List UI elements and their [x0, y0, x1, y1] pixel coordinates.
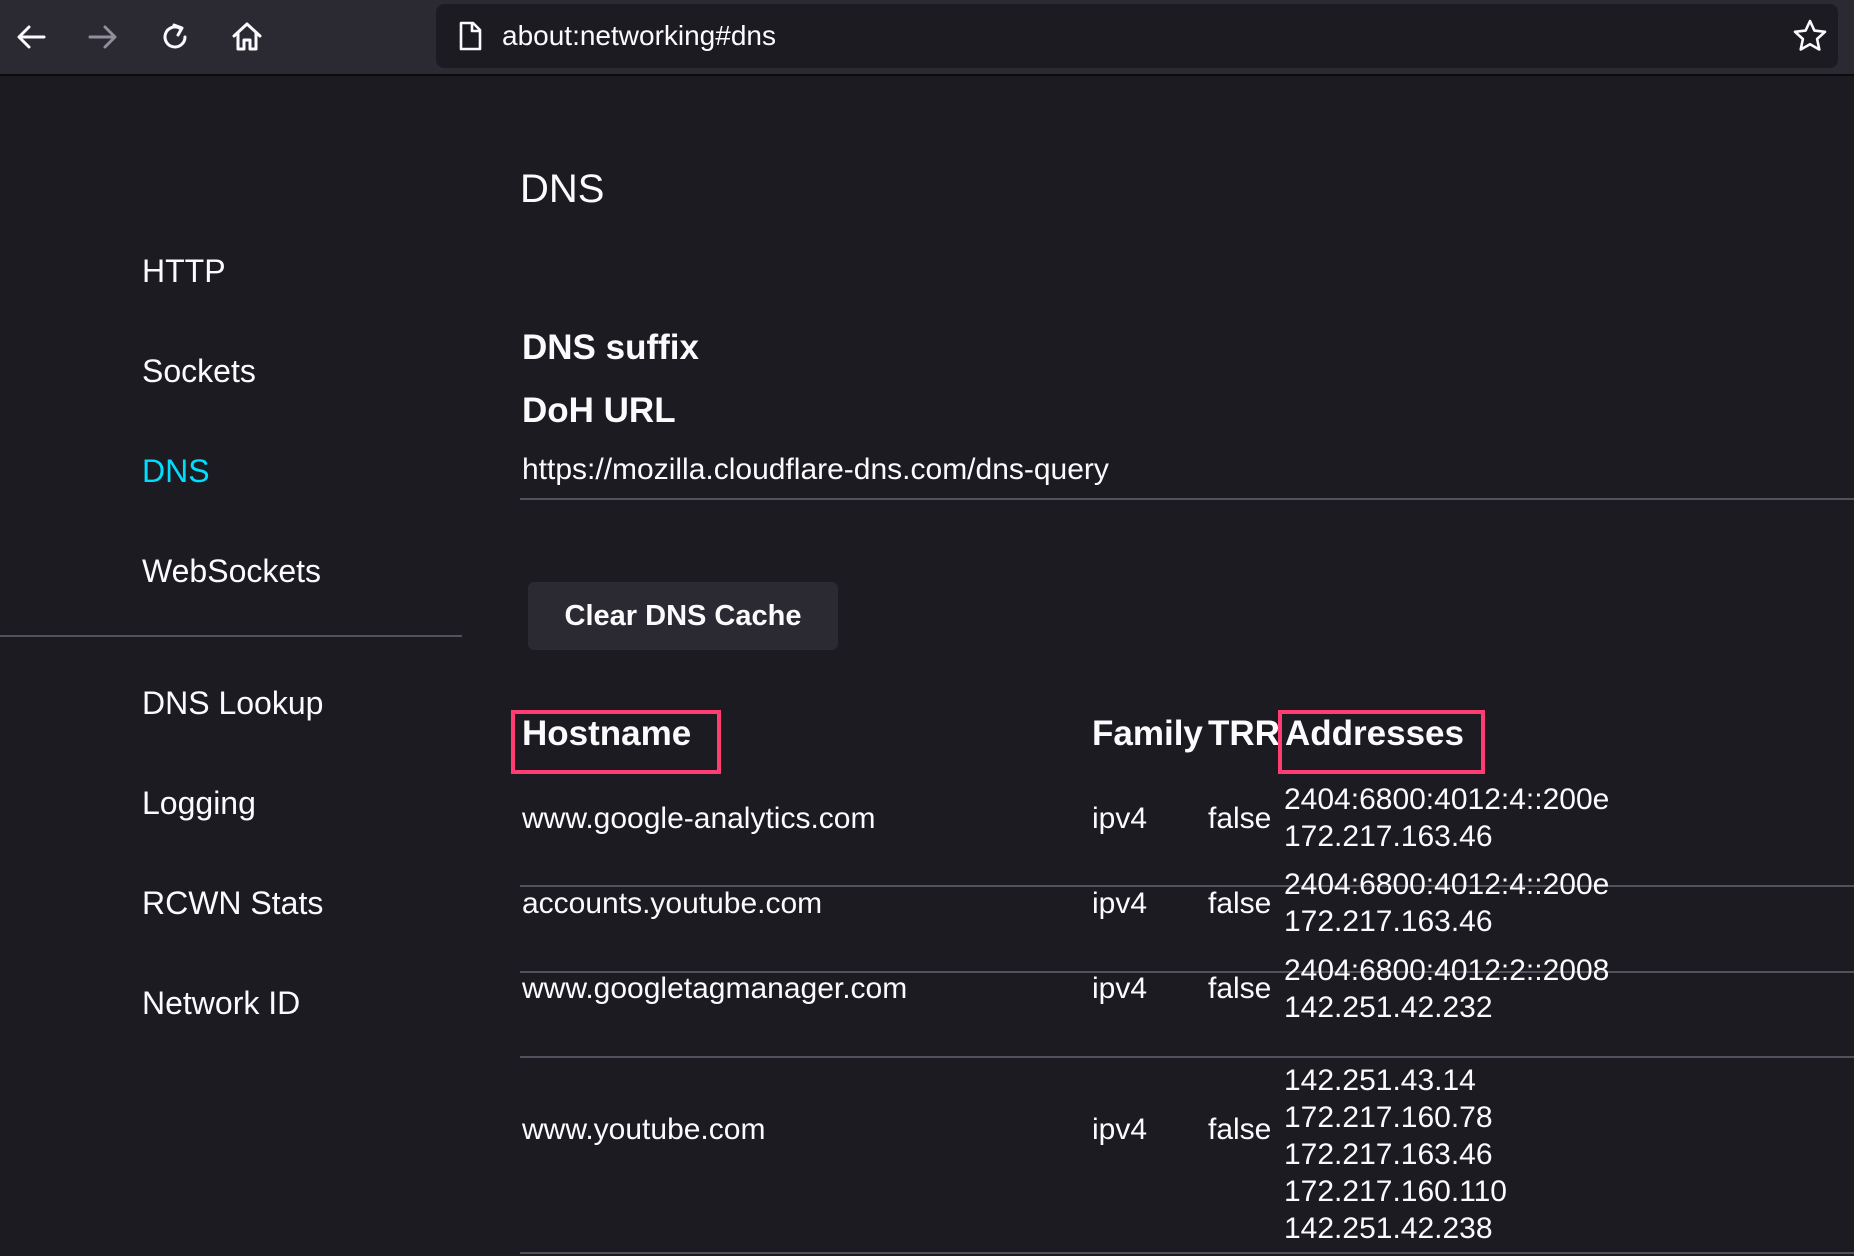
page-title: DNS	[520, 167, 605, 211]
hostname-highlight-box	[511, 710, 721, 774]
address: 172.217.160.110	[1284, 1175, 1507, 1208]
address: 2404:6800:4012:4::200e	[1284, 868, 1610, 901]
doh-url-heading: DoH URL	[522, 391, 676, 430]
back-button[interactable]	[8, 14, 54, 60]
address: 172.217.163.46	[1284, 820, 1493, 853]
row-divider	[520, 1252, 1854, 1254]
home-button[interactable]	[224, 14, 270, 60]
sidebar-item-network-id[interactable]: Network ID	[142, 983, 300, 1023]
reload-icon	[163, 23, 187, 49]
table-row-hostname: www.youtube.com	[522, 1113, 766, 1146]
sidebar-divider	[0, 635, 462, 637]
browser-toolbar: about:networking#dns	[0, 0, 1854, 76]
address: 2404:6800:4012:2::2008	[1284, 954, 1610, 987]
sidebar-item-dns[interactable]: DNS	[142, 451, 210, 491]
table-row-trr: false	[1208, 887, 1272, 920]
sidebar-item-http[interactable]: HTTP	[142, 251, 226, 291]
table-row-addresses: 142.251.43.14 172.217.160.78 172.217.163…	[1284, 1062, 1507, 1247]
address: 142.251.42.232	[1284, 991, 1493, 1024]
addresses-highlight-box	[1278, 710, 1485, 774]
sidebar-item-dns-lookup[interactable]: DNS Lookup	[142, 683, 323, 723]
table-row-trr: false	[1208, 802, 1272, 835]
sidebar-item-rcwn-stats[interactable]: RCWN Stats	[142, 883, 323, 923]
address: 172.217.163.46	[1284, 905, 1493, 938]
page-icon	[459, 21, 482, 51]
row-divider	[520, 1056, 1854, 1058]
url-bar[interactable]: about:networking#dns	[436, 4, 1838, 68]
address: 172.217.163.46	[1284, 1138, 1493, 1171]
table-row-family: ipv4	[1092, 802, 1148, 835]
divider	[520, 498, 1854, 500]
table-row-family: ipv4	[1092, 972, 1148, 1005]
back-arrow-icon	[17, 25, 46, 49]
column-header-trr: TRR	[1208, 714, 1280, 753]
bookmark-star-icon[interactable]	[1792, 18, 1828, 54]
table-row-addresses: 2404:6800:4012:4::200e 172.217.163.46	[1284, 866, 1609, 940]
forward-arrow-icon	[88, 25, 117, 49]
table-row-family: ipv4	[1092, 1113, 1148, 1146]
main-content: DNS DNS suffix DoH URL https://mozilla.c…	[511, 76, 1854, 1256]
home-icon	[232, 22, 262, 51]
sidebar-item-logging[interactable]: Logging	[142, 783, 256, 823]
doh-url-value: https://mozilla.cloudflare-dns.com/dns-q…	[522, 453, 1109, 486]
table-row-hostname: accounts.youtube.com	[522, 887, 823, 920]
sidebar-item-sockets[interactable]: Sockets	[142, 351, 256, 391]
table-row-addresses: 2404:6800:4012:4::200e 172.217.163.46	[1284, 781, 1609, 855]
reload-button[interactable]	[152, 14, 198, 60]
sidebar: HTTP Sockets DNS WebSockets DNS Lookup L…	[0, 76, 462, 1256]
sidebar-item-websockets[interactable]: WebSockets	[142, 551, 321, 591]
table-row-family: ipv4	[1092, 887, 1148, 920]
address: 142.251.43.14	[1284, 1064, 1476, 1097]
table-row-hostname: www.google-analytics.com	[522, 802, 876, 835]
address: 2404:6800:4012:4::200e	[1284, 783, 1610, 816]
table-row-trr: false	[1208, 1113, 1272, 1146]
column-header-family: Family	[1092, 714, 1203, 753]
clear-dns-cache-button[interactable]: Clear DNS Cache	[528, 582, 838, 650]
table-row-hostname: www.googletagmanager.com	[522, 972, 908, 1005]
forward-button[interactable]	[80, 14, 126, 60]
table-row-trr: false	[1208, 972, 1272, 1005]
address: 172.217.160.78	[1284, 1101, 1493, 1134]
address: 142.251.42.238	[1284, 1212, 1493, 1245]
dns-suffix-heading: DNS suffix	[522, 328, 699, 367]
url-text[interactable]: about:networking#dns	[502, 4, 776, 68]
table-row-addresses: 2404:6800:4012:2::2008 142.251.42.232	[1284, 952, 1609, 1026]
